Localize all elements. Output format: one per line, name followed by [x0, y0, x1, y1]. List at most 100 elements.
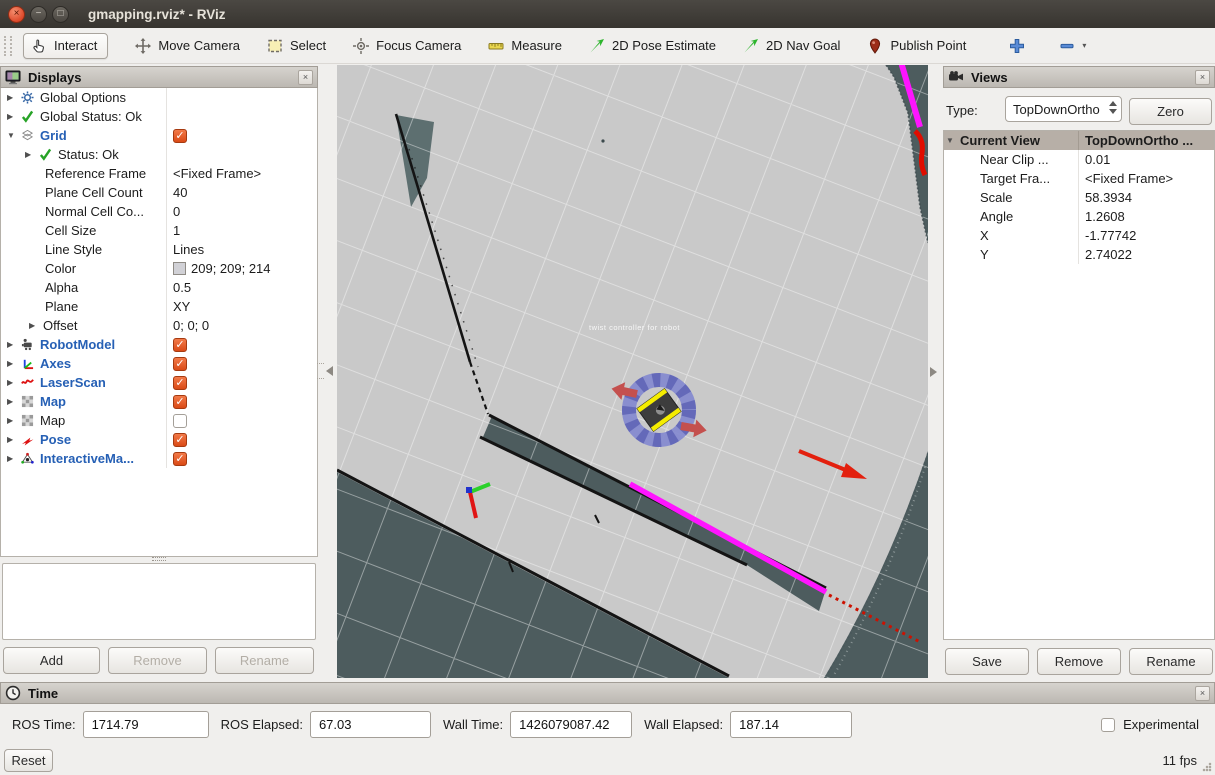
- display-tree-row[interactable]: Normal Cell Co...0: [1, 202, 317, 221]
- display-enabled-checkbox[interactable]: ✓: [173, 395, 187, 409]
- chevron-right-icon[interactable]: ▶: [7, 454, 21, 463]
- wall-time-field[interactable]: [510, 711, 632, 738]
- display-enabled-checkbox[interactable]: ✓: [173, 129, 187, 143]
- property-value[interactable]: TopDownOrtho ...: [1085, 133, 1193, 148]
- time-panel-header[interactable]: Time ×: [0, 682, 1215, 704]
- save-view-button[interactable]: Save: [945, 648, 1029, 675]
- property-value[interactable]: 2.74022: [1085, 247, 1132, 262]
- property-value[interactable]: 58.3934: [1085, 190, 1132, 205]
- display-description-box[interactable]: [2, 563, 316, 640]
- add-tool-button[interactable]: [1009, 38, 1026, 54]
- window-resize-grip[interactable]: [1202, 762, 1212, 772]
- chevron-right-icon[interactable]: ▶: [7, 378, 21, 387]
- display-enabled-checkbox[interactable]: ✓: [173, 376, 187, 390]
- ros-elapsed-field[interactable]: [310, 711, 431, 738]
- display-tree-row[interactable]: ▶LaserScan✓: [1, 373, 317, 392]
- tool-focus-camera[interactable]: Focus Camera: [353, 38, 461, 54]
- property-value[interactable]: 0.01: [1085, 152, 1110, 167]
- chevron-right-icon[interactable]: ▶: [29, 321, 43, 330]
- chevron-right-icon[interactable]: ▶: [7, 93, 21, 102]
- zero-button[interactable]: Zero: [1129, 98, 1212, 125]
- display-enabled-checkbox[interactable]: ✓: [173, 452, 187, 466]
- display-tree-row[interactable]: ▶Status: Ok: [1, 145, 317, 164]
- chevron-right-icon[interactable]: ▶: [25, 150, 39, 159]
- view-tree-row[interactable]: ▼Current ViewTopDownOrtho ...: [944, 131, 1214, 150]
- toolbar-grip-handle[interactable]: [4, 36, 12, 56]
- display-tree-row[interactable]: ▶RobotModel✓: [1, 335, 317, 354]
- display-tree-row[interactable]: Reference Frame<Fixed Frame>: [1, 164, 317, 183]
- display-tree-row[interactable]: Line StyleLines: [1, 240, 317, 259]
- remove-tool-button[interactable]: ▾: [1059, 38, 1086, 54]
- view-tree-row[interactable]: X-1.77742: [944, 226, 1214, 245]
- display-tree-row[interactable]: Plane Cell Count40: [1, 183, 317, 202]
- property-value[interactable]: -1.77742: [1085, 228, 1136, 243]
- display-tree-row[interactable]: Color209; 209; 214: [1, 259, 317, 278]
- reset-button[interactable]: Reset: [4, 749, 53, 772]
- views-close-icon[interactable]: ×: [1195, 70, 1210, 85]
- property-value[interactable]: <Fixed Frame>: [173, 166, 261, 181]
- property-value[interactable]: 0; 0; 0: [173, 318, 209, 333]
- display-tree-row[interactable]: ▶Offset0; 0; 0: [1, 316, 317, 335]
- display-enabled-checkbox[interactable]: ✓: [173, 338, 187, 352]
- property-value[interactable]: 1: [173, 223, 180, 238]
- render-viewport[interactable]: twist controller for robot: [337, 65, 928, 678]
- window-maximize-button[interactable]: □: [52, 6, 69, 23]
- property-value[interactable]: <Fixed Frame>: [1085, 171, 1173, 186]
- property-value[interactable]: Lines: [173, 242, 204, 257]
- display-tree-row[interactable]: ▶InteractiveMa...✓: [1, 449, 317, 468]
- view-tree-row[interactable]: Near Clip ...0.01: [944, 150, 1214, 169]
- display-tree-row[interactable]: Alpha0.5: [1, 278, 317, 297]
- remove-display-button[interactable]: Remove: [108, 647, 207, 674]
- splitter-grip[interactable]: [317, 363, 324, 379]
- chevron-right-icon[interactable]: ▶: [7, 112, 21, 121]
- property-value[interactable]: 209; 209; 214: [191, 261, 271, 276]
- experimental-checkbox[interactable]: [1101, 718, 1115, 732]
- tool-interact[interactable]: Interact: [23, 33, 108, 59]
- displays-close-icon[interactable]: ×: [298, 70, 313, 85]
- display-enabled-checkbox[interactable]: ✓: [173, 433, 187, 447]
- chevron-right-icon[interactable]: ▶: [7, 435, 21, 444]
- collapse-right-panel-icon[interactable]: [930, 367, 937, 377]
- window-close-button[interactable]: ×: [8, 6, 25, 23]
- splitter-grip[interactable]: [152, 557, 166, 561]
- chevron-right-icon[interactable]: ▶: [7, 397, 21, 406]
- tool-2d-nav-goal[interactable]: 2D Nav Goal: [743, 38, 840, 54]
- tool-measure[interactable]: Measure: [488, 38, 562, 54]
- display-tree-row[interactable]: ▶Pose✓: [1, 430, 317, 449]
- chevron-down-icon[interactable]: ▼: [946, 136, 960, 145]
- display-tree-row[interactable]: ▶Global Status: Ok: [1, 107, 317, 126]
- add-display-button[interactable]: Add: [3, 647, 100, 674]
- rename-display-button[interactable]: Rename: [215, 647, 314, 674]
- display-tree-row[interactable]: ▶Global Options: [1, 88, 317, 107]
- tool-2d-pose-estimate[interactable]: 2D Pose Estimate: [589, 38, 716, 54]
- display-enabled-checkbox[interactable]: [173, 414, 187, 428]
- chevron-right-icon[interactable]: ▶: [7, 359, 21, 368]
- chevron-right-icon[interactable]: ▶: [7, 340, 21, 349]
- window-minimize-button[interactable]: −: [30, 6, 47, 23]
- property-value[interactable]: 0: [173, 204, 180, 219]
- view-tree-row[interactable]: Y2.74022: [944, 245, 1214, 264]
- view-tree-row[interactable]: Target Fra...<Fixed Frame>: [944, 169, 1214, 188]
- display-tree-row[interactable]: ▶Axes✓: [1, 354, 317, 373]
- spinner-arrows-icon[interactable]: [1109, 101, 1117, 114]
- views-panel-header[interactable]: Views ×: [943, 66, 1215, 88]
- display-tree-row[interactable]: ▶Map: [1, 411, 317, 430]
- wall-elapsed-field[interactable]: [730, 711, 852, 738]
- property-value[interactable]: XY: [173, 299, 190, 314]
- display-tree-row[interactable]: ▼Grid✓: [1, 126, 317, 145]
- view-tree-row[interactable]: Angle1.2608: [944, 207, 1214, 226]
- view-tree-row[interactable]: Scale58.3934: [944, 188, 1214, 207]
- display-tree-row[interactable]: Cell Size1: [1, 221, 317, 240]
- property-value[interactable]: 40: [173, 185, 187, 200]
- chevron-down-icon[interactable]: ▼: [7, 131, 21, 140]
- displays-panel-header[interactable]: Displays ×: [0, 66, 318, 88]
- display-enabled-checkbox[interactable]: ✓: [173, 357, 187, 371]
- rename-view-button[interactable]: Rename: [1129, 648, 1213, 675]
- chevron-right-icon[interactable]: ▶: [7, 416, 21, 425]
- ros-time-field[interactable]: [83, 711, 209, 738]
- tool-select[interactable]: Select: [267, 38, 326, 54]
- property-value[interactable]: 0.5: [173, 280, 191, 295]
- display-tree-row[interactable]: PlaneXY: [1, 297, 317, 316]
- display-tree-row[interactable]: ▶Map✓: [1, 392, 317, 411]
- remove-view-button[interactable]: Remove: [1037, 648, 1121, 675]
